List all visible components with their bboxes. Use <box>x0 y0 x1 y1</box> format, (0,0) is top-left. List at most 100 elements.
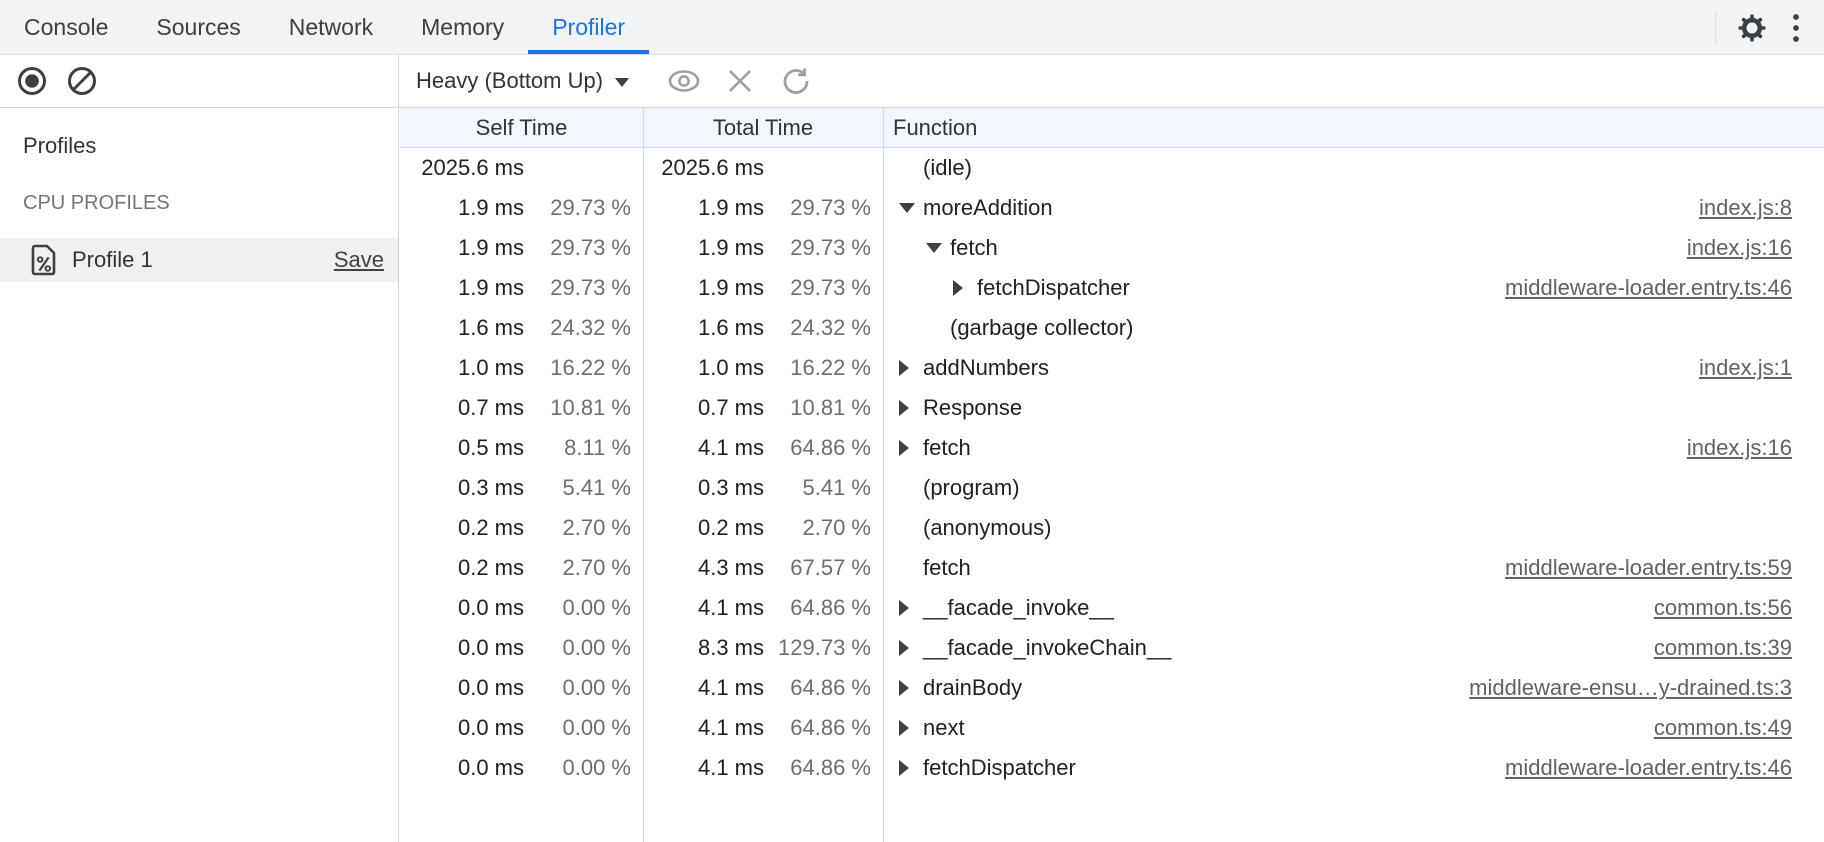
source-link[interactable]: middleware-loader.entry.ts:46 <box>1505 275 1792 301</box>
tab-memory[interactable]: Memory <box>397 0 528 54</box>
settings-button[interactable] <box>1730 6 1774 50</box>
column-header-self-time[interactable]: Self Time <box>400 108 643 147</box>
table-row[interactable]: 0.2 ms 2.70 % 4.3 ms 67.57 % fetch middl… <box>400 548 1824 588</box>
focus-selected-button[interactable] <box>669 66 699 96</box>
table-row[interactable]: 0.0 ms 0.00 % 8.3 ms 129.73 % __facade_i… <box>400 628 1824 668</box>
sidebar-item-profile-1[interactable]: Profile 1 Save <box>0 238 398 282</box>
table-row[interactable]: 1.9 ms 29.73 % 1.9 ms 29.73 % fetchDispa… <box>400 268 1824 308</box>
view-mode-select[interactable]: Heavy (Bottom Up) <box>416 68 629 94</box>
total-time-percent: 64.86 % <box>764 715 871 741</box>
column-divider[interactable] <box>643 108 644 842</box>
tree-expander[interactable] <box>899 760 923 776</box>
source-link[interactable]: index.js:16 <box>1687 435 1792 461</box>
total-time-percent: 129.73 % <box>764 635 871 661</box>
source-link[interactable]: index.js:8 <box>1699 195 1792 221</box>
tree-expander[interactable] <box>899 360 923 376</box>
tree-expander[interactable] <box>899 600 923 616</box>
total-time-cell: 4.1 ms 64.86 % <box>643 428 883 468</box>
tab-console[interactable]: Console <box>0 0 132 54</box>
self-time-value: 0.0 ms <box>400 595 524 621</box>
total-time-percent: 64.86 % <box>764 675 871 701</box>
tree-expander[interactable] <box>899 720 923 736</box>
function-name: (anonymous) <box>923 515 1051 541</box>
self-time-percent: 16.22 % <box>524 355 631 381</box>
source-link[interactable]: middleware-loader.entry.ts:59 <box>1505 555 1792 581</box>
column-header-function[interactable]: Function <box>883 108 1824 147</box>
column-divider[interactable] <box>883 108 884 842</box>
total-time-value: 4.1 ms <box>643 435 764 461</box>
self-time-percent: 5.41 % <box>524 475 631 501</box>
tree-expander[interactable] <box>899 680 923 696</box>
function-name: Response <box>923 395 1022 421</box>
table-row[interactable]: 0.0 ms 0.00 % 4.1 ms 64.86 % next common… <box>400 708 1824 748</box>
cpu-profiles-section-label: CPU PROFILES <box>0 183 398 223</box>
table-row[interactable]: 0.0 ms 0.00 % 4.1 ms 64.86 % drainBody m… <box>400 668 1824 708</box>
column-header-total-time[interactable]: Total Time <box>643 108 883 147</box>
self-time-value: 0.0 ms <box>400 675 524 701</box>
self-time-value: 0.0 ms <box>400 715 524 741</box>
source-link[interactable]: index.js:1 <box>1699 355 1792 381</box>
tree-expander[interactable] <box>899 400 923 416</box>
tree-expander[interactable] <box>899 440 923 456</box>
self-time-cell: 0.0 ms 0.00 % <box>400 708 643 748</box>
table-row[interactable]: 0.0 ms 0.00 % 4.1 ms 64.86 % fetchDispat… <box>400 748 1824 788</box>
total-time-cell: 4.1 ms 64.86 % <box>643 708 883 748</box>
table-row[interactable]: 1.6 ms 24.32 % 1.6 ms 24.32 % (garbage c… <box>400 308 1824 348</box>
record-profile-button[interactable] <box>16 65 48 97</box>
function-cell: next common.ts:49 <box>883 708 1824 748</box>
table-row[interactable]: 0.5 ms 8.11 % 4.1 ms 64.86 % fetch index… <box>400 428 1824 468</box>
source-link[interactable]: index.js:16 <box>1687 235 1792 261</box>
exclude-selected-button[interactable] <box>725 66 755 96</box>
table-row[interactable]: 1.0 ms 16.22 % 1.0 ms 16.22 % addNumbers… <box>400 348 1824 388</box>
function-name: next <box>923 715 965 741</box>
tree-expander[interactable] <box>926 243 950 253</box>
function-name: (program) <box>923 475 1020 501</box>
table-row[interactable]: 0.0 ms 0.00 % 4.1 ms 64.86 % __facade_in… <box>400 588 1824 628</box>
self-time-cell: 1.9 ms 29.73 % <box>400 268 643 308</box>
clear-profiles-button[interactable] <box>66 65 98 97</box>
record-icon <box>16 65 48 97</box>
refresh-icon <box>780 65 812 97</box>
close-icon <box>726 67 754 95</box>
eye-icon <box>666 66 702 96</box>
source-link[interactable]: common.ts:39 <box>1654 635 1792 661</box>
table-row[interactable]: 1.9 ms 29.73 % 1.9 ms 29.73 % fetch inde… <box>400 228 1824 268</box>
table-row[interactable]: 2025.6 ms 2025.6 ms (idle) <box>400 148 1824 188</box>
tree-expander[interactable] <box>899 640 923 656</box>
table-row[interactable]: 1.9 ms 29.73 % 1.9 ms 29.73 % moreAdditi… <box>400 188 1824 228</box>
source-link[interactable]: middleware-ensu…y-drained.ts:3 <box>1469 675 1792 701</box>
tab-network[interactable]: Network <box>265 0 397 54</box>
function-cell: fetchDispatcher middleware-loader.entry.… <box>883 268 1824 308</box>
function-name: fetch <box>923 555 971 581</box>
table-row[interactable]: 0.7 ms 10.81 % 0.7 ms 10.81 % Response <box>400 388 1824 428</box>
self-time-cell: 1.0 ms 16.22 % <box>400 348 643 388</box>
tab-profiler[interactable]: Profiler <box>528 0 649 54</box>
tree-indent <box>883 368 899 369</box>
profiles-title: Profiles <box>0 126 398 166</box>
table-row[interactable]: 0.2 ms 2.70 % 0.2 ms 2.70 % (anonymous) <box>400 508 1824 548</box>
function-cell: fetchDispatcher middleware-loader.entry.… <box>883 748 1824 788</box>
total-time-cell: 1.6 ms 24.32 % <box>643 308 883 348</box>
self-time-cell: 0.7 ms 10.81 % <box>400 388 643 428</box>
function-cell: Response <box>883 388 1824 428</box>
self-time-cell: 2025.6 ms <box>400 148 643 188</box>
tree-expander[interactable] <box>899 203 923 213</box>
restore-all-button[interactable] <box>781 66 811 96</box>
tab-sources[interactable]: Sources <box>132 0 264 54</box>
total-time-value: 1.6 ms <box>643 315 764 341</box>
total-time-percent: 29.73 % <box>764 235 871 261</box>
profile-name: Profile 1 <box>72 247 153 273</box>
function-cell: addNumbers index.js:1 <box>883 348 1824 388</box>
function-name: (idle) <box>923 155 972 181</box>
source-link[interactable]: middleware-loader.entry.ts:46 <box>1505 755 1792 781</box>
tree-indent <box>883 288 953 289</box>
self-time-cell: 0.3 ms 5.41 % <box>400 468 643 508</box>
source-link[interactable]: common.ts:56 <box>1654 595 1792 621</box>
self-time-percent: 10.81 % <box>524 395 631 421</box>
save-profile-link[interactable]: Save <box>334 247 384 273</box>
table-row[interactable]: 0.3 ms 5.41 % 0.3 ms 5.41 % (program) <box>400 468 1824 508</box>
more-options-button[interactable] <box>1774 6 1818 50</box>
tree-expander[interactable] <box>953 280 977 296</box>
source-link[interactable]: common.ts:49 <box>1654 715 1792 741</box>
profiles-sidebar: Profiles CPU PROFILES Profile 1 Save <box>0 108 399 842</box>
